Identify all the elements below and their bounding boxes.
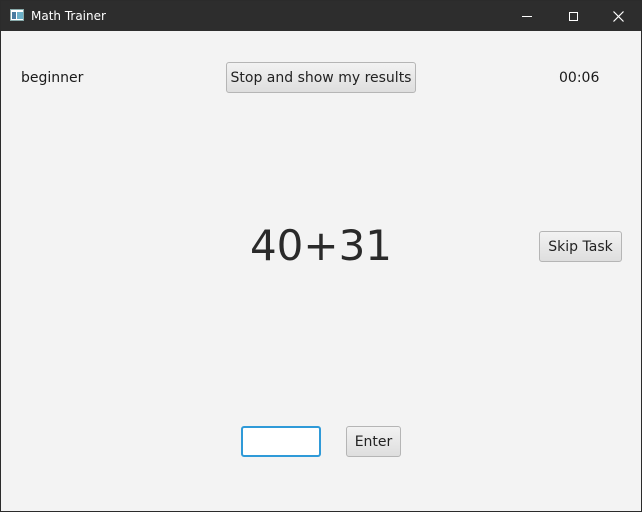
minimize-button[interactable] [504, 1, 550, 31]
timer-label: 00:06 [559, 70, 600, 86]
enter-button[interactable]: Enter [346, 426, 401, 457]
close-icon [612, 10, 624, 22]
skip-task-button[interactable]: Skip Task [539, 231, 622, 262]
maximize-icon [568, 11, 578, 21]
maximize-button[interactable] [550, 1, 596, 31]
window-title: Math Trainer [31, 9, 106, 23]
app-window: Math Trainer beginner Stop and show my r… [0, 0, 642, 512]
task-expression: 40+31 [249, 221, 393, 270]
main-content: beginner Stop and show my results 00:06 … [1, 31, 641, 511]
app-window-icon [10, 9, 24, 21]
answer-input[interactable] [241, 426, 321, 457]
difficulty-level-label: beginner [21, 70, 84, 86]
minimize-icon [522, 15, 532, 17]
title-bar[interactable]: Math Trainer [1, 1, 641, 31]
close-button[interactable] [595, 1, 641, 31]
stop-and-show-results-button[interactable]: Stop and show my results [226, 62, 416, 93]
